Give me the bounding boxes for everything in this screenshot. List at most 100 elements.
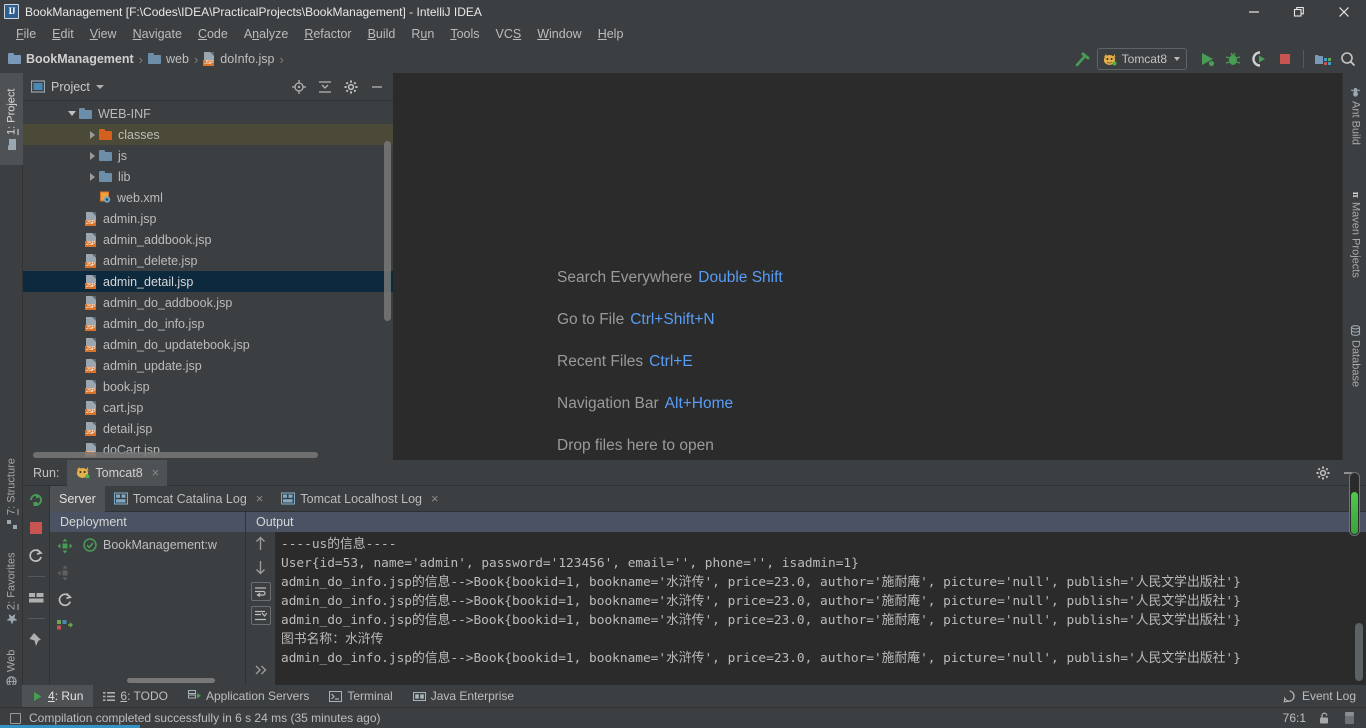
redeploy-icon[interactable] (56, 591, 73, 608)
close-icon[interactable]: × (152, 466, 160, 479)
tree-node[interactable]: WEB-INF (23, 103, 393, 124)
expand-arrow-down-icon[interactable] (65, 111, 79, 116)
rerun-icon[interactable] (28, 491, 45, 508)
run-configuration-selector[interactable]: Tomcat8 (1096, 48, 1187, 70)
tree-node[interactable]: JSP admin_update.jsp (23, 355, 393, 376)
restore-icon[interactable] (1276, 0, 1321, 23)
tree-node[interactable]: JSP book.jsp (23, 376, 393, 397)
expand-arrow-right-icon[interactable] (85, 151, 99, 160)
memory-progress-scrollbar[interactable] (1349, 472, 1360, 536)
lock-icon[interactable] (1318, 712, 1331, 725)
sidebar-item-favorites[interactable]: 2: Favorites (0, 541, 23, 637)
settings-gear-icon[interactable] (1316, 466, 1330, 480)
menu-tools[interactable]: Tools (442, 25, 487, 43)
tree-node[interactable]: JSP detail.jsp (23, 418, 393, 439)
tree-node[interactable]: classes (23, 124, 393, 145)
caret-position[interactable]: 76:1 (1283, 711, 1306, 725)
menu-help[interactable]: Help (590, 25, 632, 43)
menu-view[interactable]: View (82, 25, 125, 43)
layout-icon[interactable] (28, 589, 45, 606)
sidebar-item-ant-build[interactable]: Ant Build (1344, 77, 1366, 155)
hide-minimize-icon[interactable] (368, 78, 385, 95)
minimize-icon[interactable] (1231, 0, 1276, 23)
project-tree-vertical-scrollbar[interactable] (384, 141, 391, 321)
project-tree[interactable]: WEB-INF classes js lib web.xml JSP admin… (23, 101, 393, 460)
deploy-move-icon[interactable] (56, 537, 73, 554)
bottom-tab-application-servers[interactable]: Application Servers (178, 685, 319, 707)
collapse-all-icon[interactable] (316, 78, 333, 95)
locate-target-icon[interactable] (290, 78, 307, 95)
sidebar-item-structure[interactable]: 7: Structure (0, 448, 23, 540)
menu-refactor[interactable]: Refactor (296, 25, 359, 43)
tree-node[interactable]: JSP admin_do_updatebook.jsp (23, 334, 393, 355)
search-icon[interactable] (1336, 47, 1360, 71)
tree-node[interactable]: JSP admin_delete.jsp (23, 250, 393, 271)
sidebar-item-project[interactable]: 1: Project (0, 73, 23, 165)
build-hammer-icon[interactable] (1071, 47, 1095, 71)
deployment-list[interactable]: BookManagement:w (79, 532, 245, 685)
expand-arrow-right-icon[interactable] (85, 172, 99, 181)
menu-window[interactable]: Window (529, 25, 589, 43)
editor-empty-area[interactable]: Search Everywhere Double Shift Go to File… (393, 73, 1342, 460)
project-panel-title-group[interactable]: Project (31, 80, 104, 94)
project-tree-horizontal-scrollbar[interactable] (33, 452, 318, 458)
tree-node[interactable]: JSP admin_do_addbook.jsp (23, 292, 393, 313)
undeploy-icon[interactable] (56, 564, 73, 581)
menu-file[interactable]: File (8, 25, 44, 43)
run-icon[interactable] (1195, 47, 1219, 71)
bottom-tab-java-enterprise[interactable]: Java Enterprise (403, 685, 524, 707)
tree-node[interactable]: JSP admin_do_info.jsp (23, 313, 393, 334)
menu-navigate[interactable]: Navigate (125, 25, 190, 43)
menu-build[interactable]: Build (360, 25, 404, 43)
restart-icon[interactable] (28, 547, 45, 564)
console-vertical-scrollbar[interactable] (1355, 623, 1363, 681)
breadcrumb-project[interactable]: BookManagement (8, 52, 134, 66)
scroll-to-end-icon[interactable] (250, 606, 271, 625)
menu-run[interactable]: Run (403, 25, 442, 43)
tree-node[interactable]: JSP admin_addbook.jsp (23, 229, 393, 250)
expand-arrow-right-icon[interactable] (85, 130, 99, 139)
pin-icon[interactable] (28, 631, 45, 648)
console-output[interactable]: ----us的信息---- User{id=53, name='admin', … (275, 532, 1366, 685)
memory-indicator-icon[interactable] (1343, 711, 1356, 725)
event-log-group[interactable]: Event Log (1283, 689, 1366, 703)
menu-edit[interactable]: Edit (44, 25, 82, 43)
run-coverage-icon[interactable] (1247, 47, 1271, 71)
run-tab-tomcat8[interactable]: Tomcat8 × (67, 459, 168, 486)
scroll-down-icon[interactable] (251, 558, 271, 577)
tree-node[interactable]: js (23, 145, 393, 166)
breadcrumb-web[interactable]: web (148, 52, 189, 66)
tree-node-label: admin_do_addbook.jsp (103, 295, 233, 310)
close-icon[interactable] (1321, 0, 1366, 23)
tree-node[interactable]: JSP cart.jsp (23, 397, 393, 418)
tab-tomcat-catalina-log[interactable]: Tomcat Catalina Log × (105, 486, 273, 512)
bottom-tab-terminal[interactable]: Terminal (319, 685, 402, 707)
deployment-item[interactable]: BookManagement:w (79, 535, 245, 555)
menu-vcs[interactable]: VCS (488, 25, 530, 43)
close-icon[interactable]: × (256, 492, 264, 505)
stop-red-icon[interactable] (28, 519, 45, 536)
project-structure-icon[interactable] (1310, 47, 1334, 71)
settings-gear-icon[interactable] (342, 78, 359, 95)
close-icon[interactable]: × (431, 492, 439, 505)
artifact-icon[interactable] (56, 618, 73, 635)
tree-node[interactable]: lib (23, 166, 393, 187)
tree-node[interactable]: JSP admin.jsp (23, 208, 393, 229)
expand-more-icon[interactable] (251, 660, 271, 679)
menu-analyze[interactable]: Analyze (236, 25, 296, 43)
tab-tomcat-localhost-log[interactable]: Tomcat Localhost Log × (272, 486, 447, 512)
sidebar-item-database[interactable]: Database (1344, 308, 1366, 404)
tree-node[interactable]: web.xml (23, 187, 393, 208)
debug-icon[interactable] (1221, 47, 1245, 71)
breadcrumb-file[interactable]: JSP doInfo.jsp (203, 52, 275, 66)
scroll-up-icon[interactable] (251, 534, 271, 553)
menu-code[interactable]: Code (190, 25, 236, 43)
bottom-tab-run[interactable]: 4: Run (22, 685, 94, 707)
bottom-tab-todo[interactable]: 6: TODO (93, 685, 178, 707)
soft-wrap-icon[interactable] (250, 582, 271, 601)
stop-icon[interactable] (1273, 47, 1297, 71)
deployment-horizontal-scrollbar[interactable] (127, 678, 215, 683)
tab-server[interactable]: Server (50, 485, 105, 512)
sidebar-item-maven-projects[interactable]: m Maven Projects (1344, 168, 1366, 296)
tree-node-selected[interactable]: JSP admin_detail.jsp (23, 271, 393, 292)
